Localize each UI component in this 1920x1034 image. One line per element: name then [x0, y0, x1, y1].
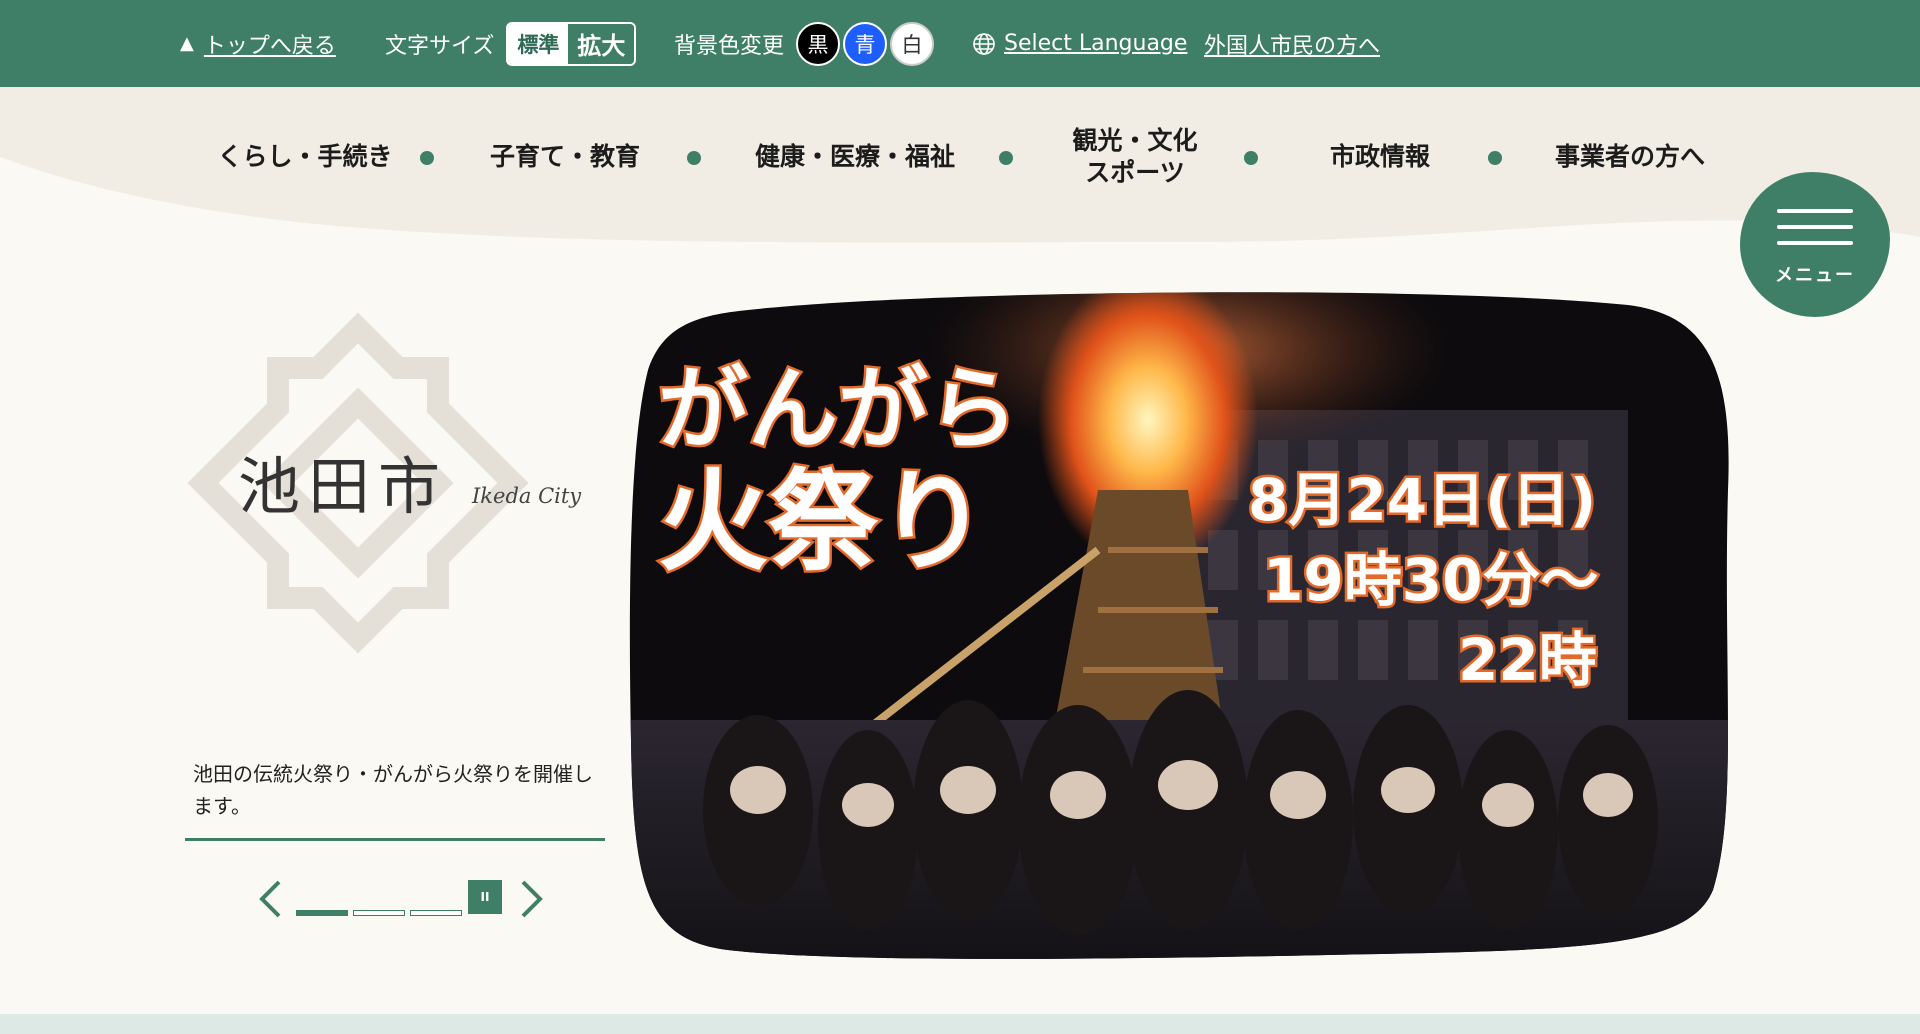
slider-pause-button[interactable]: II: [468, 880, 502, 914]
nav-item-tourism[interactable]: 観光・文化 スポーツ: [1050, 87, 1220, 227]
slider-prev-button[interactable]: [250, 874, 290, 924]
city-logo-name[interactable]: 池田市: [238, 436, 448, 526]
menu-button[interactable]: メニュー: [1740, 172, 1890, 317]
bg-color-label: 背景色変更: [674, 33, 785, 59]
chevron-right-icon: [521, 880, 543, 918]
select-language[interactable]: Select Language: [972, 0, 1187, 87]
nav-separator-dot: [1488, 151, 1502, 165]
slider-next-button[interactable]: [512, 874, 552, 924]
nav-item-business[interactable]: 事業者の方へ: [1540, 87, 1720, 227]
nav-item-health[interactable]: 健康・医療・福祉: [745, 87, 965, 227]
select-language-label[interactable]: Select Language: [1004, 31, 1187, 56]
hero-date: 8月24日(日): [1248, 466, 1596, 534]
hero-time1: 19時30分〜: [1263, 546, 1598, 614]
triangle-up-icon: ▲: [180, 33, 194, 54]
font-size-control: 文字サイズ 標準 拡大: [385, 0, 637, 87]
chevron-left-icon: [259, 880, 281, 918]
bg-white-button[interactable]: 白: [890, 21, 935, 66]
bg-color-control: 背景色変更 黒 青 白: [674, 0, 935, 87]
utility-bar: ▲ トップへ戻る 文字サイズ 標準 拡大 背景色変更 黒 青 白 Select …: [0, 0, 1920, 87]
nav-separator-dot: [420, 151, 434, 165]
hamburger-icon-bar: [1777, 224, 1853, 229]
hero-title-line1: がんがら: [658, 357, 1018, 462]
hamburger-icon-bar: [1777, 240, 1853, 245]
slide-caption[interactable]: 池田の伝統火祭り・がんがら火祭りを開催します。: [193, 758, 593, 822]
globe-icon: [972, 32, 996, 56]
caption-underline: [185, 838, 605, 841]
nav-separator-dot: [687, 151, 701, 165]
back-to-top-link[interactable]: ▲ トップへ戻る: [180, 0, 336, 87]
nav-item-city-info[interactable]: 市政情報: [1310, 87, 1450, 227]
nav-item-childcare[interactable]: 子育て・教育: [480, 87, 650, 227]
font-size-standard-button[interactable]: 標準: [508, 23, 569, 64]
slide-indicator-1[interactable]: [296, 910, 348, 916]
font-size-large-button[interactable]: 拡大: [568, 23, 635, 64]
nav-separator-dot: [999, 151, 1013, 165]
bg-black-button[interactable]: 黒: [796, 21, 841, 66]
back-to-top-label[interactable]: トップへ戻る: [204, 28, 336, 60]
hamburger-icon: [1777, 208, 1853, 213]
menu-label: メニュー: [1775, 264, 1855, 286]
hero-time2: 22時: [1458, 626, 1597, 694]
nav-separator-dot: [1244, 151, 1258, 165]
font-size-label: 文字サイズ: [385, 33, 495, 59]
nav-item-living[interactable]: くらし・手続き: [205, 87, 405, 227]
font-size-buttons: 標準 拡大: [506, 21, 637, 66]
city-logo-sub: Ikeda City: [472, 484, 582, 508]
slide-indicator-3[interactable]: [410, 910, 462, 916]
hero-slide-image[interactable]: がんがら 火祭り 8月24日(日) 19時30分〜 22時: [628, 290, 1740, 960]
foreign-residents-link[interactable]: 外国人市民の方へ: [1204, 0, 1380, 87]
hero-title-line2: 火祭り: [658, 458, 988, 586]
bottom-strip: [0, 1014, 1920, 1034]
foreign-residents-label[interactable]: 外国人市民の方へ: [1204, 28, 1380, 60]
slider-controls: II: [250, 874, 550, 924]
global-nav: くらし・手続き 子育て・教育 健康・医療・福祉 観光・文化 スポーツ 市政情報 …: [0, 87, 1920, 227]
bg-blue-button[interactable]: 青: [843, 21, 888, 66]
slide-indicator-2[interactable]: [353, 910, 405, 916]
